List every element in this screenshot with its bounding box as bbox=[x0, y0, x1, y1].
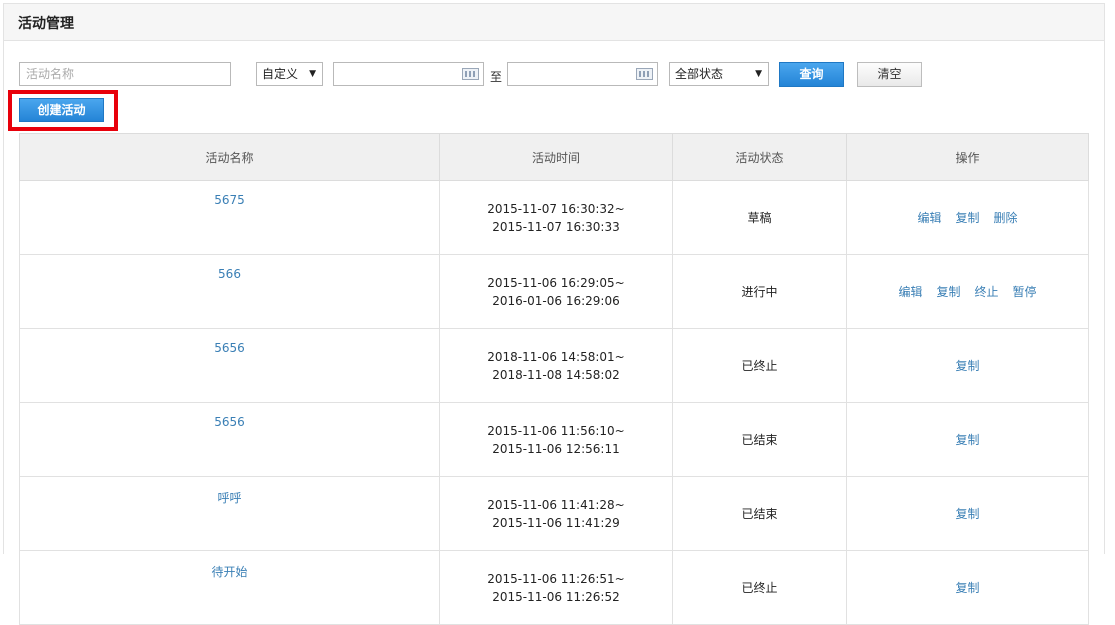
activity-name-cell: 待开始 bbox=[19, 550, 440, 625]
activity-time-cell: 2018-11-06 14:58:01~ 2018-11-08 14:58:02 bbox=[439, 328, 673, 403]
delete-link[interactable]: 删除 bbox=[994, 211, 1018, 225]
activity-name-cell: 5656 bbox=[19, 402, 440, 477]
activity-end-time: 2015-11-06 12:56:11 bbox=[492, 441, 620, 456]
activity-end-time: 2015-11-06 11:41:29 bbox=[492, 515, 620, 530]
copy-link[interactable]: 复制 bbox=[955, 581, 979, 595]
activity-actions-cell: 复制 bbox=[846, 550, 1089, 625]
activity-name-link[interactable]: 呼呼 bbox=[217, 491, 241, 505]
table-row: 566 2015-11-06 16:29:05~ 2016-01-06 16:29… bbox=[19, 254, 1089, 329]
column-header-actions: 操作 bbox=[846, 133, 1089, 181]
activity-name-cell: 566 bbox=[19, 254, 440, 329]
calendar-icon[interactable] bbox=[462, 68, 479, 80]
clear-button[interactable]: 清空 bbox=[857, 62, 922, 87]
activity-start-time: 2015-11-07 16:30:32~ bbox=[487, 201, 625, 216]
activity-time-cell: 2015-11-06 11:26:51~ 2015-11-06 11:26:52 bbox=[439, 550, 673, 625]
terminate-link[interactable]: 终止 bbox=[975, 285, 999, 299]
activity-start-time: 2015-11-06 11:41:28~ bbox=[487, 497, 625, 512]
activity-end-time: 2018-11-08 14:58:02 bbox=[492, 367, 620, 382]
activity-end-time: 2015-11-06 11:26:52 bbox=[492, 589, 620, 604]
table-row: 呼呼 2015-11-06 11:41:28~ 2015-11-06 11:41:… bbox=[19, 476, 1089, 551]
column-header-status: 活动状态 bbox=[672, 133, 847, 181]
activity-name-link[interactable]: 待开始 bbox=[211, 565, 247, 579]
chevron-down-icon: ▼ bbox=[755, 69, 762, 79]
page-title: 活动管理 bbox=[18, 16, 74, 32]
activity-status-cell: 已结束 bbox=[672, 402, 847, 477]
title-bar: 活动管理 bbox=[4, 4, 1104, 41]
activity-name-input[interactable] bbox=[19, 62, 231, 86]
date-range-separator: 至 bbox=[490, 70, 503, 84]
date-mode-value: 自定义 bbox=[262, 67, 299, 81]
activity-actions-cell: 复制 bbox=[846, 476, 1089, 551]
activity-time-cell: 2015-11-06 11:41:28~ 2015-11-06 11:41:29 bbox=[439, 476, 673, 551]
copy-link[interactable]: 复制 bbox=[955, 359, 979, 373]
activity-name-cell: 5656 bbox=[19, 328, 440, 403]
end-date-input[interactable] bbox=[507, 62, 658, 86]
edit-link[interactable]: 编辑 bbox=[917, 211, 941, 225]
calendar-icon[interactable] bbox=[636, 68, 653, 80]
activity-time-cell: 2015-11-06 11:56:10~ 2015-11-06 12:56:11 bbox=[439, 402, 673, 477]
activity-end-time: 2016-01-06 16:29:06 bbox=[492, 293, 620, 308]
copy-link[interactable]: 复制 bbox=[936, 285, 960, 299]
status-select[interactable]: 全部状态 ▼ bbox=[669, 62, 769, 86]
edit-link[interactable]: 编辑 bbox=[898, 285, 922, 299]
date-mode-select[interactable]: 自定义 ▼ bbox=[256, 62, 323, 86]
activity-time-cell: 2015-11-06 16:29:05~ 2016-01-06 16:29:06 bbox=[439, 254, 673, 329]
activity-start-time: 2015-11-06 16:29:05~ bbox=[487, 275, 625, 290]
activity-status-cell: 已结束 bbox=[672, 476, 847, 551]
activity-name-link[interactable]: 566 bbox=[218, 267, 241, 281]
activity-table: 活动名称 活动时间 活动状态 操作 5675 2015-11-07 16:30:… bbox=[19, 133, 1089, 625]
activity-name-link[interactable]: 5656 bbox=[214, 341, 245, 355]
activity-start-time: 2018-11-06 14:58:01~ bbox=[487, 349, 625, 364]
pause-link[interactable]: 暂停 bbox=[1013, 285, 1037, 299]
activity-name-link[interactable]: 5656 bbox=[214, 415, 245, 429]
activity-status-cell: 已终止 bbox=[672, 550, 847, 625]
activity-actions-cell: 复制 bbox=[846, 402, 1089, 477]
table-row: 待开始 2015-11-06 11:26:51~ 2015-11-06 11:26… bbox=[19, 550, 1089, 625]
activity-time-cell: 2015-11-07 16:30:32~ 2015-11-07 16:30:33 bbox=[439, 180, 673, 255]
table-row: 5675 2015-11-07 16:30:32~ 2015-11-07 16:3… bbox=[19, 180, 1089, 255]
activity-start-time: 2015-11-06 11:56:10~ bbox=[487, 423, 625, 438]
copy-link[interactable]: 复制 bbox=[955, 211, 979, 225]
table-row: 5656 2015-11-06 11:56:10~ 2015-11-06 12:5… bbox=[19, 402, 1089, 477]
column-header-name: 活动名称 bbox=[19, 133, 440, 181]
chevron-down-icon: ▼ bbox=[309, 69, 316, 79]
column-header-time: 活动时间 bbox=[439, 133, 673, 181]
highlight-box bbox=[8, 90, 118, 131]
activity-name-cell: 5675 bbox=[19, 180, 440, 255]
status-select-value: 全部状态 bbox=[675, 67, 724, 81]
activity-actions-cell: 复制 bbox=[846, 328, 1089, 403]
activity-status-cell: 草稿 bbox=[672, 180, 847, 255]
activity-name-link[interactable]: 5675 bbox=[214, 193, 245, 207]
activity-name-cell: 呼呼 bbox=[19, 476, 440, 551]
table-row: 5656 2018-11-06 14:58:01~ 2018-11-08 14:5… bbox=[19, 328, 1089, 403]
table-header-row: 活动名称 活动时间 活动状态 操作 bbox=[19, 133, 1089, 181]
activity-actions-cell: 编辑 复制 终止 暂停 bbox=[846, 254, 1089, 329]
activity-actions-cell: 编辑 复制 删除 bbox=[846, 180, 1089, 255]
copy-link[interactable]: 复制 bbox=[955, 507, 979, 521]
activity-end-time: 2015-11-07 16:30:33 bbox=[492, 219, 620, 234]
start-date-input[interactable] bbox=[333, 62, 484, 86]
activity-start-time: 2015-11-06 11:26:51~ bbox=[487, 571, 625, 586]
copy-link[interactable]: 复制 bbox=[955, 433, 979, 447]
activity-status-cell: 已终止 bbox=[672, 328, 847, 403]
activity-status-cell: 进行中 bbox=[672, 254, 847, 329]
query-button[interactable]: 查询 bbox=[779, 62, 844, 87]
